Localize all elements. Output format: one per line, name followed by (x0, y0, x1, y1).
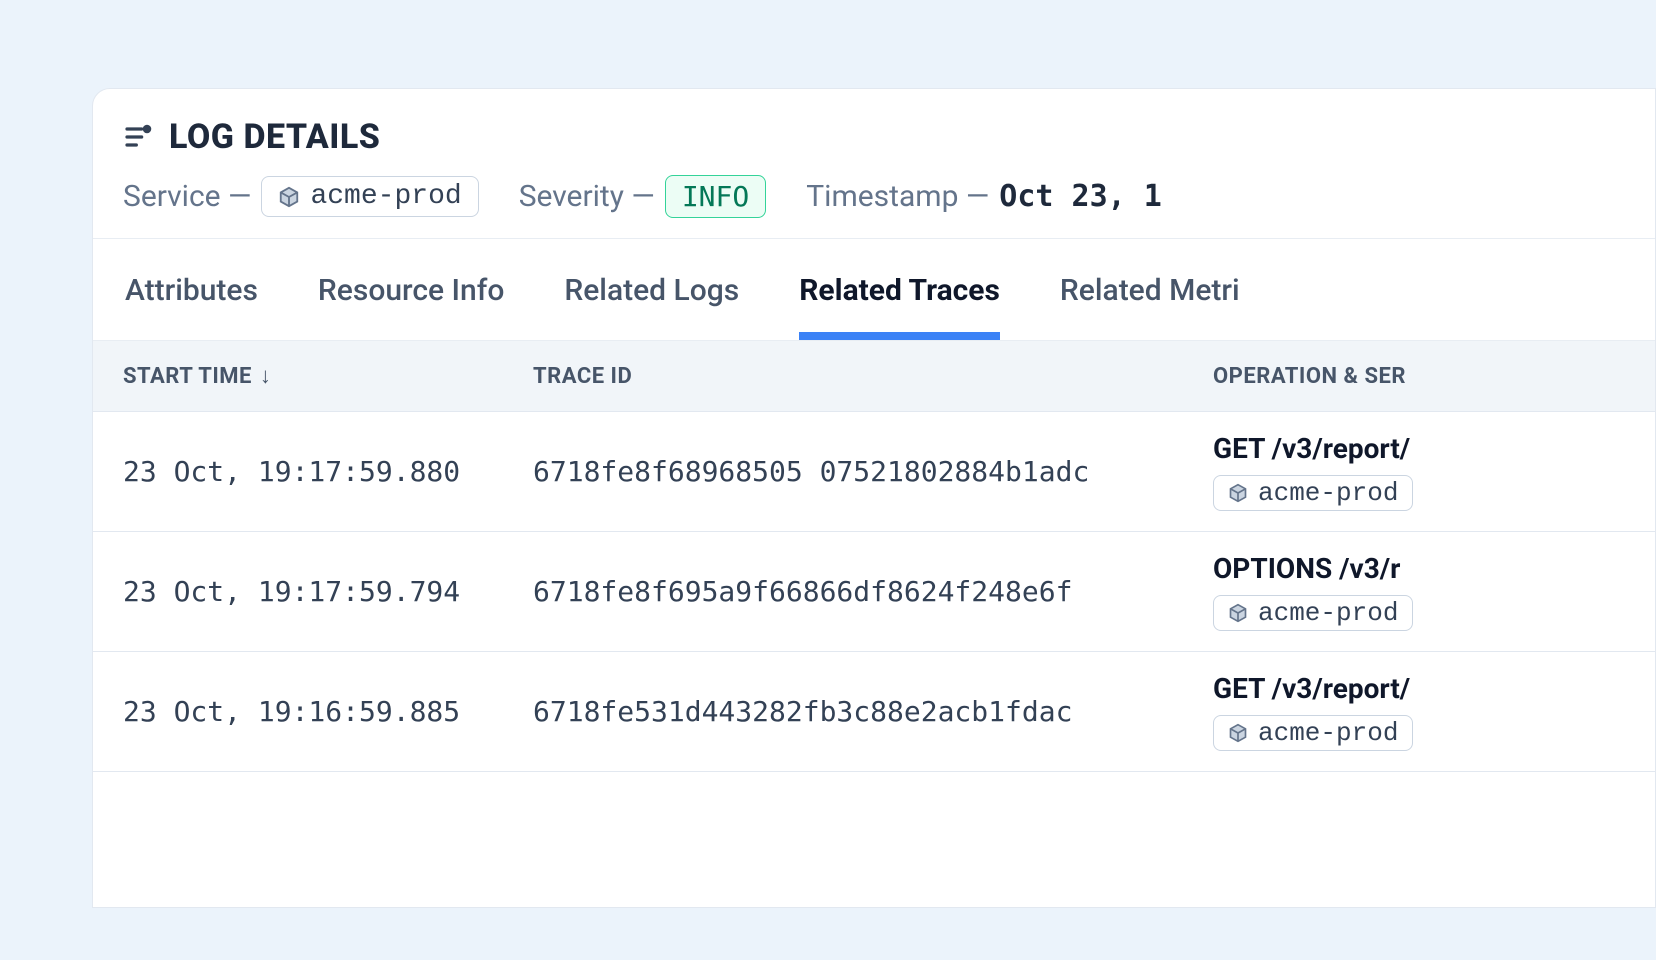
col-start-time[interactable]: START TIME ↓ (93, 341, 503, 411)
traces-table: START TIME ↓ TRACE ID OPERATION & SER 23… (93, 341, 1655, 772)
cell-trace-id: 6718fe8f68968505 07521802884b1adc (503, 412, 1183, 531)
table-row[interactable]: 23 Oct, 19:16:59.885 6718fe531d443282fb3… (93, 652, 1655, 772)
cube-icon (1228, 603, 1248, 623)
col-op-service-label: OPERATION & SER (1213, 364, 1406, 389)
tab-related-logs[interactable]: Related Logs (564, 239, 739, 340)
service-chip[interactable]: acme-prod (1213, 715, 1413, 751)
service-chip-label: acme-prod (1258, 718, 1398, 748)
cell-trace-id: 6718fe531d443282fb3c88e2acb1fdac (503, 652, 1183, 771)
meta-severity: Severity — INFO (519, 175, 767, 218)
tab-related-traces[interactable]: Related Traces (799, 239, 1000, 340)
meta-timestamp: Timestamp — Oct 23, 1 (806, 179, 1162, 214)
cell-start-time: 23 Oct, 19:17:59.794 (93, 532, 503, 651)
log-details-panel: LOG DETAILS Service — acme-prod Severity… (92, 88, 1656, 908)
table-row[interactable]: 23 Oct, 19:17:59.880 6718fe8f68968505 07… (93, 412, 1655, 532)
service-chip[interactable]: acme-prod (1213, 475, 1413, 511)
operation-text: GET /v3/report/ (1213, 432, 1410, 465)
tab-attributes[interactable]: Attributes (125, 239, 258, 340)
sort-desc-icon: ↓ (260, 363, 272, 389)
title-row: LOG DETAILS (123, 117, 1625, 157)
cell-start-time: 23 Oct, 19:16:59.885 (93, 652, 503, 771)
cube-icon (278, 186, 300, 208)
service-chip-label: acme-prod (1258, 478, 1398, 508)
meta-severity-label: Severity — (519, 179, 655, 214)
table-header: START TIME ↓ TRACE ID OPERATION & SER (93, 341, 1655, 412)
log-details-icon (123, 121, 155, 153)
tab-related-metrics[interactable]: Related Metri (1060, 239, 1240, 340)
service-chip[interactable]: acme-prod (1213, 595, 1413, 631)
service-chip-label: acme-prod (310, 181, 461, 212)
col-operation-service[interactable]: OPERATION & SER (1183, 341, 1655, 411)
page-title: LOG DETAILS (169, 117, 380, 157)
service-chip[interactable]: acme-prod (261, 176, 478, 217)
col-trace-id[interactable]: TRACE ID (503, 341, 1183, 411)
cube-icon (1228, 483, 1248, 503)
cell-op-service: GET /v3/report/ acme-prod (1183, 652, 1655, 771)
panel-header: LOG DETAILS Service — acme-prod Severity… (93, 89, 1655, 239)
tabs: Attributes Resource Info Related Logs Re… (93, 239, 1655, 341)
col-trace-id-label: TRACE ID (533, 364, 632, 389)
table-row[interactable]: 23 Oct, 19:17:59.794 6718fe8f695a9f66866… (93, 532, 1655, 652)
cell-op-service: OPTIONS /v3/r acme-prod (1183, 532, 1655, 651)
cube-icon (1228, 723, 1248, 743)
meta-timestamp-label: Timestamp — (806, 179, 989, 214)
timestamp-value: Oct 23, 1 (999, 179, 1162, 214)
cell-op-service: GET /v3/report/ acme-prod (1183, 412, 1655, 531)
operation-text: OPTIONS /v3/r (1213, 552, 1400, 585)
cell-trace-id: 6718fe8f695a9f66866df8624f248e6f (503, 532, 1183, 651)
col-start-time-label: START TIME (123, 364, 252, 389)
operation-text: GET /v3/report/ (1213, 672, 1410, 705)
severity-badge: INFO (665, 175, 766, 218)
meta-row: Service — acme-prod Severity — INFO Time… (123, 175, 1625, 218)
service-chip-label: acme-prod (1258, 598, 1398, 628)
cell-start-time: 23 Oct, 19:17:59.880 (93, 412, 503, 531)
meta-service: Service — acme-prod (123, 176, 479, 217)
tab-resource-info[interactable]: Resource Info (318, 239, 504, 340)
meta-service-label: Service — (123, 179, 251, 214)
